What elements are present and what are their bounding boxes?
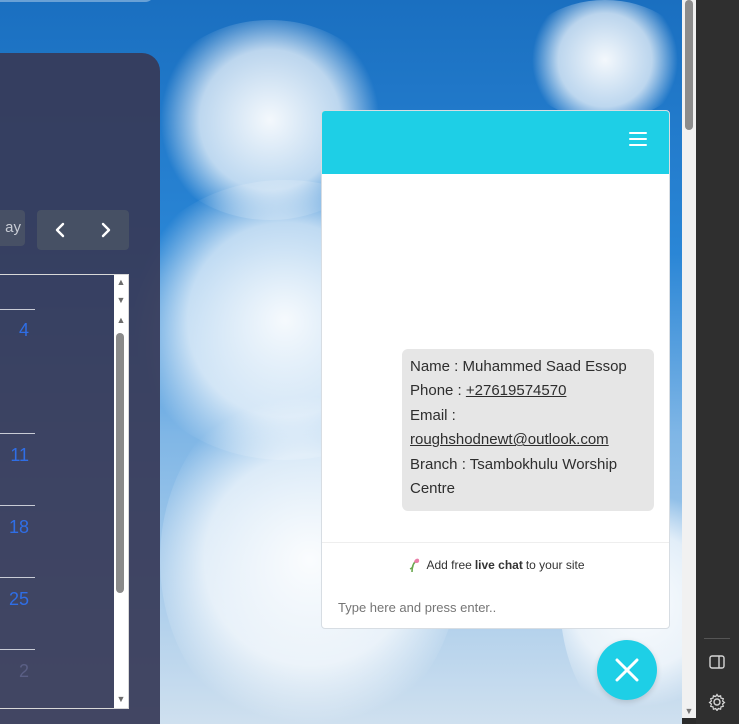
message-name-line: Name : Muhammed Saad Essop (410, 358, 627, 375)
email-link[interactable]: roughshodnewt@outlook.com (410, 428, 646, 452)
flower-icon (410, 558, 420, 573)
phone-label: Phone : (410, 382, 466, 400)
chat-header (322, 111, 669, 174)
phone-link[interactable]: +27619574570 (466, 382, 567, 399)
scroll-up-icon[interactable]: ▲ (116, 315, 126, 325)
close-chat-button[interactable] (597, 640, 657, 700)
calendar-scrollbar[interactable]: ▲ ▼ ▲ ▼ (114, 275, 128, 708)
page-scrollbar-thumb[interactable] (685, 0, 693, 130)
next-month-button[interactable] (83, 210, 129, 250)
scroll-down-icon[interactable]: ▼ (684, 706, 694, 716)
chat-widget: Name : Muhammed Saad Essop Phone : +2761… (321, 110, 670, 629)
chevron-left-icon (55, 222, 65, 238)
sidebar-toggle-icon[interactable] (706, 651, 728, 673)
gear-icon[interactable] (706, 691, 728, 713)
promo-prefix: Add free (426, 558, 472, 572)
week-divider (0, 433, 35, 434)
scroll-down-icon[interactable]: ▼ (116, 694, 126, 704)
promo-link[interactable]: Add free live chat to your site (322, 542, 669, 587)
browser-side-rail (696, 0, 739, 724)
message-branch-line: Centre (410, 480, 456, 498)
scroll-down-icon[interactable]: ▼ (116, 295, 126, 305)
calendar-day[interactable]: 18 (0, 517, 29, 538)
calendar-day[interactable]: 25 (0, 589, 29, 610)
scrollbar-thumb[interactable] (116, 333, 124, 593)
calendar-nav-group (37, 210, 129, 250)
chat-message-input[interactable] (338, 600, 648, 615)
calendar-view-button[interactable]: ay (0, 210, 25, 246)
week-divider (0, 577, 35, 578)
chevron-right-icon (101, 222, 111, 238)
week-divider (0, 309, 35, 310)
prev-month-button[interactable] (37, 210, 83, 250)
message-email-label: Email : (410, 406, 456, 424)
calendar-panel: ay 4 11 18 25 2 ▲ ▼ ▲ ▼ (0, 53, 160, 724)
top-search-field[interactable] (0, 0, 155, 2)
promo-suffix: to your site (525, 558, 585, 572)
page-scrollbar[interactable]: ▼ (682, 0, 696, 718)
calendar-day[interactable]: 2 (0, 661, 29, 682)
page-background: ay 4 11 18 25 2 ▲ ▼ ▲ ▼ Name: Muhammed … (0, 0, 682, 724)
cloud (520, 0, 682, 120)
calendar-day[interactable]: 11 (0, 445, 29, 466)
calendar-day[interactable]: 4 (0, 320, 29, 341)
hamburger-menu-icon[interactable] (629, 132, 647, 146)
promo-bold: live chat (474, 558, 523, 572)
message-phone-line: Phone : +27619574570 (410, 379, 646, 403)
week-divider (0, 649, 35, 650)
rail-divider (704, 638, 730, 639)
scroll-up-icon[interactable]: ▲ (116, 277, 126, 287)
chat-message-bubble: Name : Muhammed Saad Essop Phone : +2761… (402, 349, 654, 511)
message-branch-line: Branch : Tsambokhulu Worship (410, 455, 618, 473)
calendar-grid: 4 11 18 25 2 ▲ ▼ ▲ ▼ (0, 274, 129, 709)
week-divider (0, 505, 35, 506)
close-icon (615, 658, 639, 682)
